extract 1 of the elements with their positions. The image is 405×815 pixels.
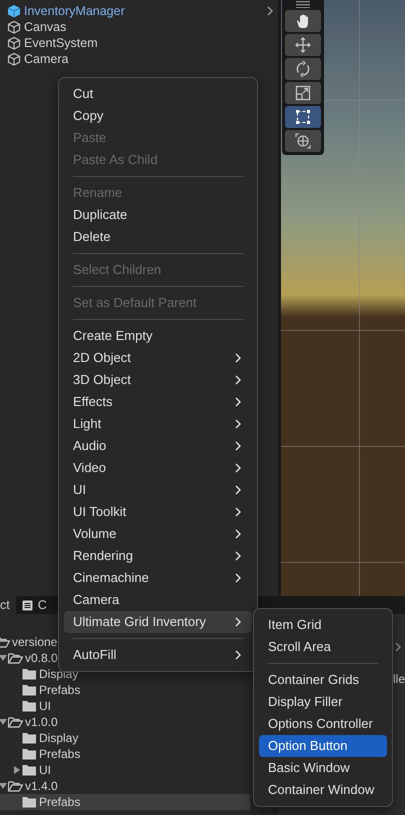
column-text: lle [392,671,405,688]
